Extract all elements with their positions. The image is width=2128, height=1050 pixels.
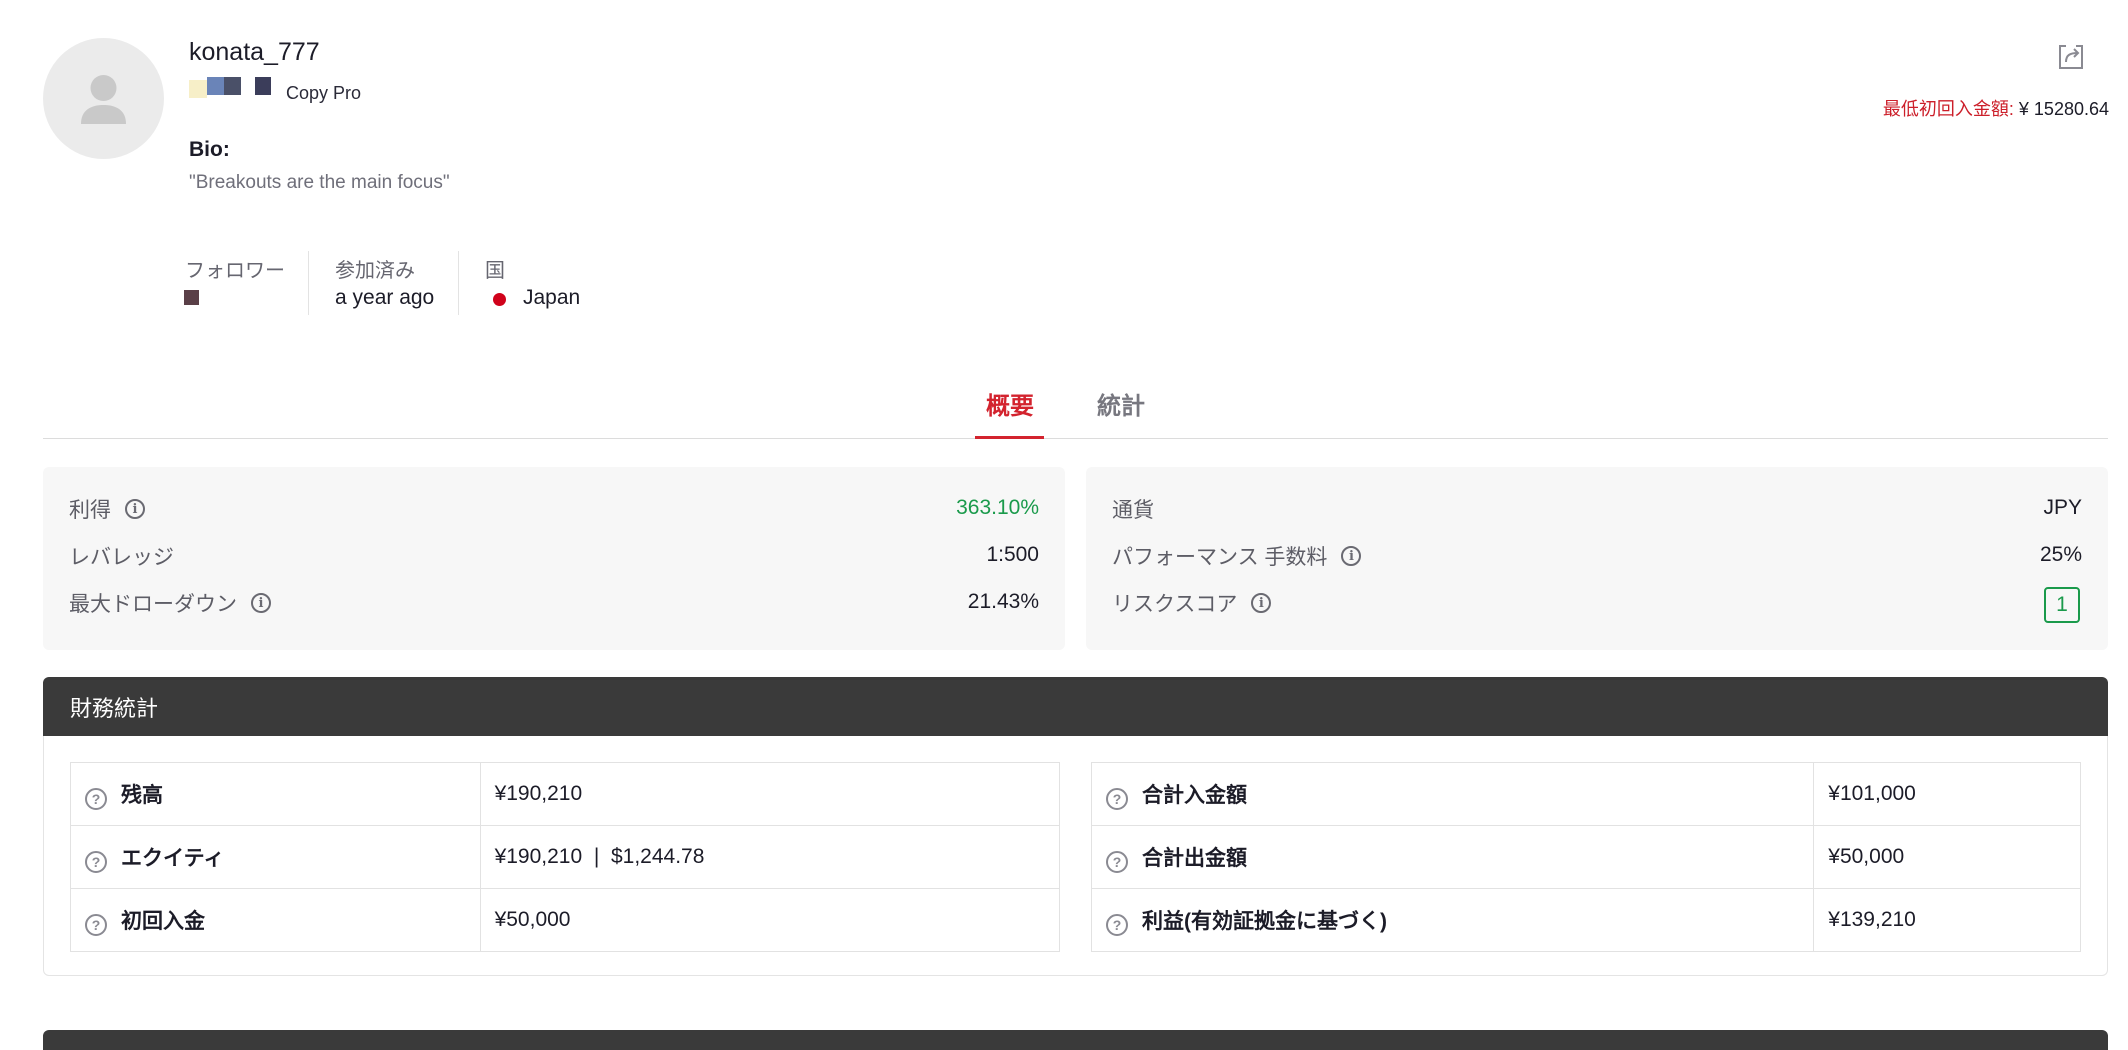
risk-score-badge: 1 [2044, 587, 2080, 623]
user-placeholder-icon [81, 75, 126, 124]
profit-label: 利得 i [69, 494, 145, 524]
initial-deposit-value: ¥50,000 [479, 888, 1061, 952]
min-deposit: 最低初回入金額: ¥ 15280.64 [1883, 95, 2109, 121]
question-icon[interactable]: ? [1106, 913, 1128, 936]
table-row: ? 残高 ¥190,210 [70, 762, 1061, 826]
question-icon[interactable]: ? [85, 850, 107, 873]
username: konata_777 [189, 38, 320, 66]
table-row: ? 初回入金 ¥50,000 [70, 888, 1061, 952]
equity-label: エクイティ [121, 846, 225, 870]
info-icon[interactable]: i [251, 593, 271, 613]
country-value: Japan [523, 286, 581, 309]
max-drawdown-label: 最大ドローダウン i [69, 588, 271, 618]
bio-label: Bio: [189, 138, 230, 161]
leverage-value: 1:500 [986, 543, 1039, 566]
risk-score-label: リスクスコア i [1112, 588, 1272, 618]
tab-statistics[interactable]: 統計 [1097, 386, 1145, 421]
info-icon[interactable]: i [125, 499, 145, 519]
balance-label: 残高 [121, 783, 163, 807]
info-icon[interactable]: i [1251, 593, 1272, 613]
avatar [43, 38, 164, 159]
active-tab-indicator [975, 436, 1044, 439]
next-section-header [43, 1030, 2108, 1050]
joined-label: 参加済み [335, 260, 415, 282]
profit-equity-value: ¥139,210 [1813, 888, 2081, 952]
currency-label: 通貨 [1112, 499, 1154, 522]
question-icon[interactable]: ? [1106, 850, 1128, 873]
question-icon[interactable]: ? [1106, 787, 1128, 810]
financial-stats-header: 財務統計 [43, 677, 2108, 736]
min-deposit-value: ¥ 15280.64 [2018, 99, 2109, 119]
tabs-divider [43, 438, 2108, 439]
equity-value: ¥190,210 | $1,244.78 [479, 825, 1061, 889]
country-flag-icon [493, 293, 506, 306]
divider [458, 251, 459, 315]
followers-label: フォロワー [185, 260, 285, 282]
balance-value: ¥190,210 [479, 762, 1061, 826]
copy-pro-badge: Copy Pro [286, 83, 362, 103]
table-row: ? エクイティ ¥190,210 | $1,244.78 [70, 825, 1061, 889]
initial-deposit-label: 初回入金 [121, 909, 205, 933]
overview-panel-left [43, 467, 1065, 650]
performance-fee-label: パフォーマンス 手数料 i [1112, 541, 1362, 571]
share-icon[interactable] [2056, 42, 2086, 72]
country-label: 国 [485, 260, 505, 282]
total-deposit-label: 合計入金額 [1142, 783, 1247, 807]
max-drawdown-value: 21.43% [967, 590, 1039, 613]
table-row: ? 合計出金額 ¥50,000 [1090, 825, 2081, 889]
profit-value: 363.10% [956, 496, 1039, 519]
leverage-label: レバレッジ [69, 546, 174, 569]
financial-stats-title: 財務統計 [70, 695, 159, 721]
followers-count-obscured [184, 290, 199, 305]
divider [308, 251, 309, 315]
financial-table-right: ? 合計入金額 ¥101,000 ? 合計出金額 ¥50,000 ? 利益(有効証拠金… [1090, 762, 2081, 952]
performance-fee-value: 25% [2039, 543, 2082, 566]
total-deposit-value: ¥101,000 [1813, 762, 2081, 826]
bio-text: "Breakouts are the main focus" [189, 172, 450, 193]
table-row: ? 合計入金額 ¥101,000 [1090, 762, 2081, 826]
joined-value: a year ago [335, 286, 435, 309]
total-withdrawal-label: 合計出金額 [1142, 846, 1247, 870]
table-row: ? 利益(有効証拠金に基づく) ¥139,210 [1090, 888, 2081, 952]
tab-overview[interactable]: 概要 [986, 386, 1034, 421]
profit-equity-label: 利益(有効証拠金に基づく) [1142, 909, 1387, 933]
question-icon[interactable]: ? [85, 787, 107, 810]
min-deposit-label: 最低初回入金額: [1882, 99, 2014, 119]
financial-table-left: ? 残高 ¥190,210 ? エクイティ ¥190,210 | $1,244.78… [70, 762, 1061, 952]
question-icon[interactable]: ? [85, 913, 107, 936]
total-withdrawal-value: ¥50,000 [1813, 825, 2081, 889]
info-icon[interactable]: i [1341, 546, 1362, 566]
currency-value: JPY [2043, 496, 2082, 519]
